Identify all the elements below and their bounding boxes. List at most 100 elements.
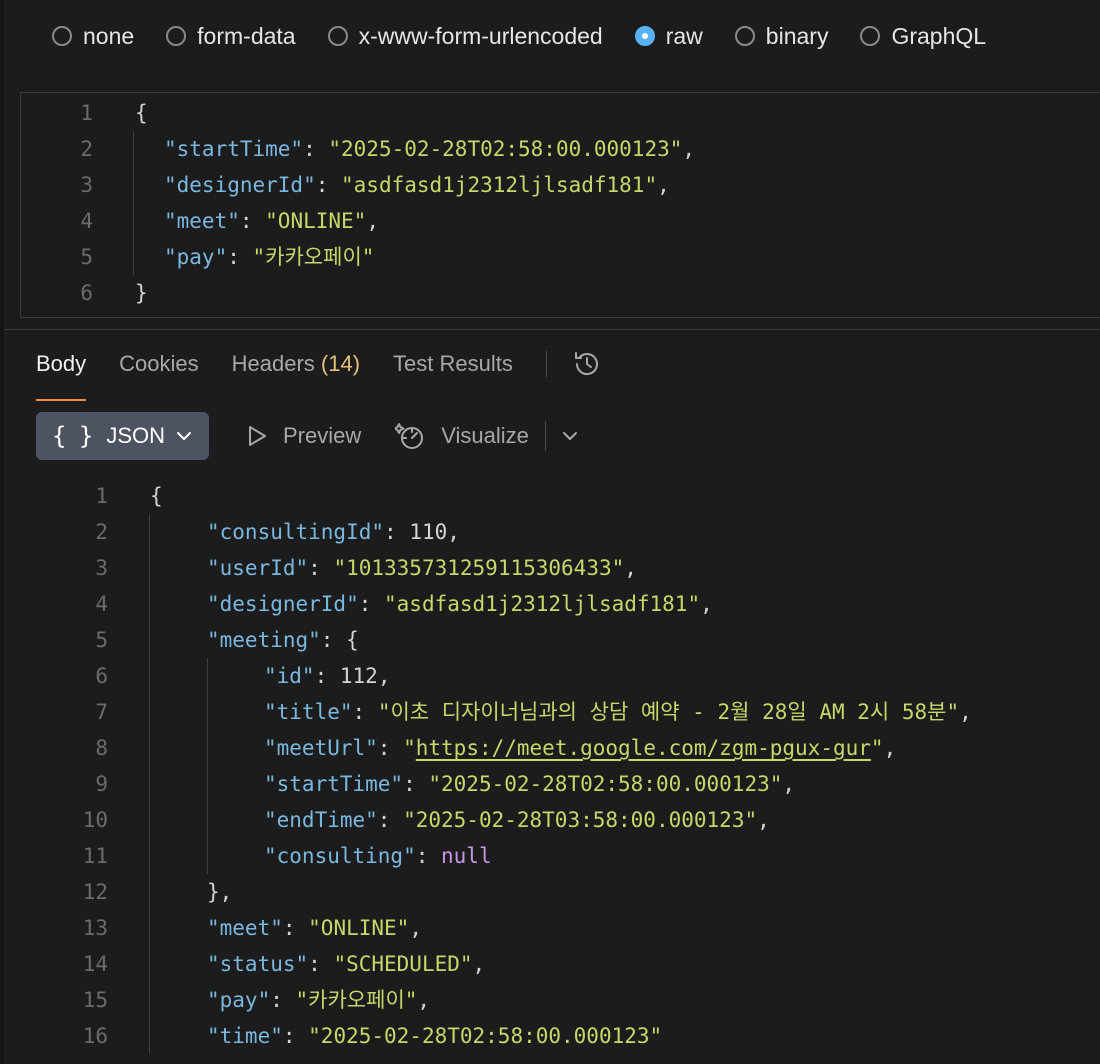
code-token: "2025-02-28T03:58:00.000123" (403, 808, 758, 832)
tab-body[interactable]: Body (36, 351, 87, 401)
line-number: 4 (80, 209, 93, 233)
line-number: 15 (82, 988, 108, 1012)
code-token: , (624, 556, 637, 580)
radio-none[interactable]: none (52, 23, 134, 50)
visualize-button[interactable]: Visualize (395, 420, 529, 452)
code-token: "meet" (207, 916, 283, 940)
code-line: "designerId": "asdfasd1j2312ljlsadf181", (164, 167, 670, 203)
tab-cookies[interactable]: Cookies (119, 351, 198, 377)
code-token: , (757, 808, 770, 832)
code-token: : (315, 173, 342, 197)
code-token: } (135, 281, 148, 305)
code-token: : (270, 988, 296, 1012)
body-type-selector: none form-data x-www-form-urlencoded raw… (52, 18, 986, 54)
pane-divider[interactable] (4, 329, 1100, 330)
code-line: "startTime": "2025-02-28T02:58:00.000123… (264, 766, 795, 802)
code-line: } (135, 275, 148, 311)
code-token: "meeting" (207, 628, 321, 652)
visualize-icon (395, 423, 424, 449)
line-number: 10 (82, 808, 108, 832)
line-number: 13 (82, 916, 108, 940)
code-token: : (384, 520, 410, 544)
radio-label: form-data (197, 22, 296, 49)
code-line: "meetUrl": "https://meet.google.com/zgm-… (264, 730, 896, 766)
play-icon (249, 426, 266, 446)
code-token: }, (207, 880, 233, 904)
line-number: 5 (95, 628, 108, 652)
code-token: , (409, 916, 422, 940)
code-line: "startTime": "2025-02-28T02:58:00.000123… (164, 131, 695, 167)
history-icon[interactable] (571, 348, 603, 380)
radio-button-icon (52, 26, 72, 46)
code-token: "consultingId" (207, 520, 385, 544)
code-token: : (314, 664, 340, 688)
code-token: "SCHEDULED" (333, 952, 473, 976)
code-line: }, (207, 874, 232, 910)
code-line: "designerId": "asdfasd1j2312ljlsadf181", (207, 586, 713, 622)
code-token: : (308, 556, 334, 580)
code-token: "startTime" (164, 137, 304, 161)
code-token: : (282, 916, 309, 940)
code-line: "consulting": null (264, 838, 492, 874)
code-token: , (959, 700, 972, 724)
code-token: "meetUrl" (264, 736, 378, 760)
code-token: { (135, 101, 148, 125)
code-token: : (377, 736, 404, 760)
radio-form-data[interactable]: form-data (166, 22, 296, 50)
preview-label: Preview (283, 423, 362, 448)
response-body-viewer[interactable]: 1 {2 "consultingId": 110, 3 "userId": "10133… (0, 476, 1100, 1064)
code-line: "consultingId": 110, (207, 514, 460, 550)
visualize-label: Visualize (441, 423, 529, 448)
code-line: "title": "이초 디자이너님과의 상담 예약 - 2월 28일 AM 2… (264, 694, 972, 730)
toolbar-separator (544, 421, 546, 451)
radio-button-icon (860, 26, 881, 46)
code-token: "meet" (164, 209, 240, 233)
code-line: "pay": "카카오페이", (207, 982, 430, 1018)
code-token: "pay" (164, 245, 228, 269)
line-number: 7 (95, 700, 108, 724)
indent-guide (133, 131, 134, 275)
radio-binary[interactable]: binary (734, 22, 829, 50)
code-token: " (870, 736, 884, 760)
code-token: : (352, 700, 378, 724)
code-token: "time" (207, 1024, 283, 1048)
code-token: "designerId" (164, 173, 316, 197)
code-line: { (135, 95, 148, 131)
code-token: : (303, 137, 329, 161)
radio-selected-icon (634, 26, 655, 46)
code-token: "designerId" (207, 592, 359, 616)
indent-guide (149, 514, 150, 1054)
code-token: "userId" (207, 556, 309, 580)
radio-button-icon (327, 26, 348, 46)
code-line: "meet": "ONLINE", (207, 910, 422, 946)
visualize-options-dropdown[interactable] (560, 426, 580, 446)
preview-button[interactable]: Preview (243, 423, 361, 449)
code-token: "101335731259115306433" (333, 556, 625, 580)
code-link[interactable]: https://meet.google.com/zgm-pgux-gur (416, 736, 871, 760)
code-token: : { (320, 628, 359, 652)
tab-headers[interactable]: Headers (14) (232, 351, 360, 377)
line-number: 5 (80, 245, 93, 269)
code-token: , (883, 736, 897, 760)
code-line: "status": "SCHEDULED", (207, 946, 485, 982)
code-token: , (472, 952, 486, 976)
code-line: "id": 112, (264, 658, 390, 694)
radio-label: x-www-form-urlencoded (358, 22, 603, 49)
code-token: "asdfasd1j2312ljlsadf181" (384, 592, 701, 616)
request-body-editor[interactable]: 1 {2 "startTime": "2025-02-28T02:58:00.000… (20, 92, 1100, 318)
format-dropdown[interactable]: { } JSON (36, 412, 209, 460)
radio-raw[interactable]: raw (634, 23, 703, 50)
code-token: "status" (207, 952, 309, 976)
radio-button-icon (734, 26, 755, 46)
radio-graphql[interactable]: GraphQL (860, 23, 986, 50)
code-token: : (239, 209, 266, 233)
code-token: : (358, 592, 385, 616)
code-token: : (415, 844, 442, 868)
tab-test-results[interactable]: Test Results (393, 351, 513, 377)
code-token: "title" (264, 700, 353, 724)
radio-x-www-form-urlencoded[interactable]: x-www-form-urlencoded (327, 22, 603, 50)
radio-label: binary (765, 22, 829, 49)
code-token: "2025-02-28T02:58:00.000123" (428, 772, 783, 796)
code-line: "meet": "ONLINE", (164, 203, 379, 239)
line-number: 12 (82, 880, 108, 904)
